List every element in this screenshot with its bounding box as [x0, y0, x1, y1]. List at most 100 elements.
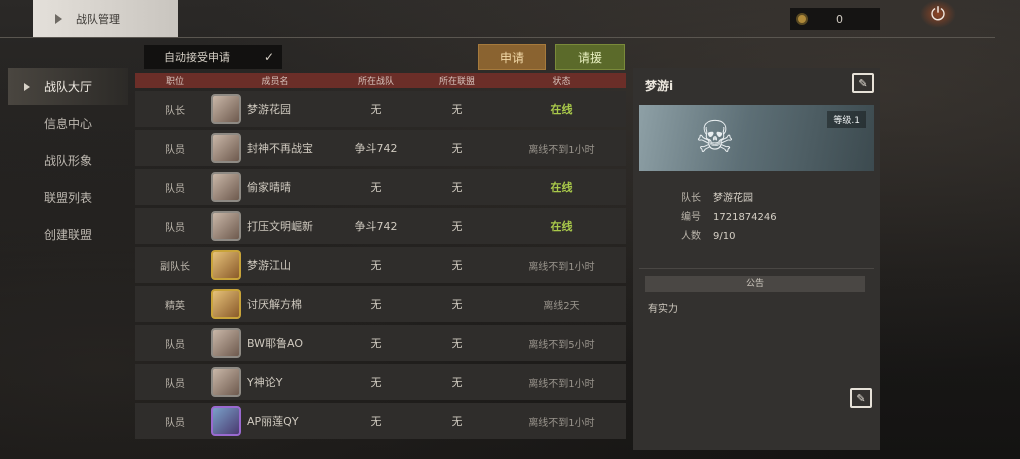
member-name-cell: 打压文明崛新 [211, 211, 335, 241]
member-team: 争斗742 [354, 220, 398, 233]
table-row[interactable]: 队员 打压文明崛新 争斗742 无 在线 [135, 208, 626, 244]
avatar[interactable] [211, 328, 241, 358]
member-position: 队员 [165, 222, 185, 234]
table-body: 队长 梦游花园无无在线 队员 封神不再战宝 争斗742 无离线不到1小时 队员 偷家晴晴无无在… [135, 91, 626, 439]
member-status: 离线不到1小时 [528, 261, 595, 273]
avatar[interactable] [211, 94, 241, 124]
member-alliance: 无 [451, 415, 463, 428]
sidebar-item-2[interactable]: 战队形象 [8, 142, 128, 179]
team-info-panel: 梦游i ✎ ☠ 等级.1 队长 梦游花园 编号 1721874246 人数 9/10 … [633, 68, 880, 450]
auto-accept-text: 自动接受申请 [164, 51, 230, 64]
member-name: 梦游江山 [247, 259, 291, 272]
apply-button[interactable]: 申请 [478, 44, 546, 70]
sidebar-item-0[interactable]: 战队大厅 [8, 68, 128, 105]
member-status: 离线2天 [543, 300, 580, 312]
power-icon[interactable]: ⏻ [920, 0, 956, 28]
member-position: 队员 [165, 183, 185, 195]
sidebar-item-4[interactable]: 创建联盟 [8, 216, 128, 253]
team-info: 队长 梦游花园 编号 1721874246 人数 9/10 [681, 189, 777, 246]
sidebar-item-1[interactable]: 信息中心 [8, 105, 128, 142]
table-row[interactable]: 队员 AP丽莲QY 无 无 离线不到1小时 [135, 403, 626, 439]
team-level: 等级.1 [827, 111, 866, 128]
member-position: 队员 [165, 417, 185, 429]
sidebar-item-label: 信息中心 [44, 117, 93, 131]
avatar[interactable] [211, 406, 241, 436]
member-name-cell: BW耶鲁AO [211, 328, 335, 358]
member-alliance: 无 [451, 337, 463, 350]
member-name: 封神不再战宝 [247, 142, 313, 155]
avatar[interactable] [211, 289, 241, 319]
id-label: 编号 [681, 212, 701, 223]
header-divider [0, 37, 995, 38]
table-row[interactable]: 副队长 梦游江山 无 无 离线不到1小时 [135, 247, 626, 283]
column-header: 职位 [165, 77, 184, 87]
play-icon [55, 13, 62, 24]
sidebar: 战队大厅信息中心战队形象 联盟列表 创建联盟 [8, 68, 128, 253]
avatar[interactable] [211, 211, 241, 241]
column-header: 所在联盟 [438, 77, 475, 87]
column-header: 状态 [552, 77, 571, 87]
member-name: 偷家晴晴 [247, 181, 291, 194]
member-position: 精英 [165, 300, 185, 312]
member-alliance: 无 [451, 142, 463, 155]
sidebar-item-3[interactable]: 联盟列表 [8, 179, 128, 216]
notice-text: 有实力 [648, 304, 678, 315]
coin-amount: 0 [836, 12, 843, 26]
member-position: 副队长 [160, 261, 190, 273]
table-row[interactable]: 队员 偷家晴晴 无 无 在线 [135, 169, 626, 205]
auto-accept-checkbox[interactable]: ✓ [262, 50, 276, 64]
avatar[interactable] [211, 172, 241, 202]
member-name: 打压文明崛新 [247, 220, 313, 233]
member-name-cell: 梦游江山 [211, 250, 335, 280]
page-title-tab[interactable]: 战队管理 [33, 0, 178, 37]
table-row[interactable]: 队员 封神不再战宝 争斗742 无 离线不到1小时 [135, 130, 626, 166]
skull-emblem-icon: ☠ [695, 112, 735, 163]
column-header: 所在战队 [357, 77, 394, 87]
table-row[interactable]: 精英 讨厌解方棉 无 无 离线2天 [135, 286, 626, 322]
member-status: 离线不到5小时 [528, 339, 595, 351]
sidebar-item-label: 战队大厅 [44, 80, 93, 94]
members-value: 9/10 [713, 231, 736, 242]
member-name-cell: AP丽莲QY [211, 406, 335, 436]
member-name: Y神论Y [247, 376, 283, 389]
table-row[interactable]: 队员 Y神论Y 无 无 离线不到1小时 [135, 364, 626, 400]
member-position: 队员 [165, 378, 185, 390]
member-team: 争斗742 [354, 142, 398, 155]
edit-notice-icon[interactable]: ✎ [850, 388, 872, 408]
team-name: 梦游i [645, 79, 674, 93]
member-name-cell: 封神不再战宝 [211, 133, 335, 163]
member-name-cell: Y神论Y [211, 367, 335, 397]
member-name-cell: 偷家晴晴 [211, 172, 335, 202]
member-position: 队员 [165, 144, 185, 156]
member-name: AP丽莲QY [247, 415, 299, 428]
currency-display: 0 [790, 8, 880, 30]
table-row[interactable]: 队员 BW耶鲁AO 无 无 离线不到5小时 [135, 325, 626, 361]
member-alliance: 无 [451, 220, 463, 233]
member-name: BW耶鲁AO [247, 337, 304, 350]
table-row[interactable]: 队长 梦游花园 无 无 在线 [135, 91, 626, 127]
member-status: 离线不到1小时 [528, 417, 595, 429]
member-team: 无 [370, 298, 382, 311]
member-status: 在线 [550, 181, 573, 194]
member-team: 无 [370, 259, 382, 272]
avatar[interactable] [211, 367, 241, 397]
member-team: 无 [370, 103, 382, 116]
member-status: 在线 [550, 220, 573, 233]
edit-name-icon[interactable]: ✎ [852, 73, 874, 93]
member-team: 无 [370, 337, 382, 350]
member-position: 队长 [165, 105, 185, 117]
page-title: 战队管理 [76, 12, 120, 26]
panel-divider [639, 268, 874, 269]
member-alliance: 无 [451, 181, 463, 194]
members-label: 人数 [681, 231, 701, 242]
avatar[interactable] [211, 250, 241, 280]
id-value: 1721874246 [713, 212, 777, 223]
member-alliance: 无 [451, 103, 463, 116]
member-table: 职位 成员名 所在战队 所在联盟 状态 队长 梦游花园无无在线 队员 封神不再战宝 争斗742 无… [135, 73, 626, 439]
member-position: 队员 [165, 339, 185, 351]
invite-button[interactable]: 请援 [555, 44, 625, 70]
avatar[interactable] [211, 133, 241, 163]
captain-label: 队长 [681, 193, 701, 204]
column-header: 成员名 [261, 77, 289, 87]
coin-icon [796, 13, 808, 25]
